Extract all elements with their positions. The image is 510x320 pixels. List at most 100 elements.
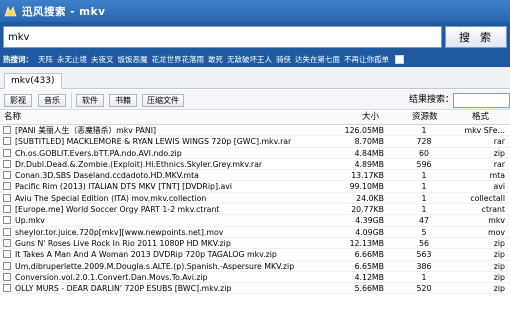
table-row[interactable]: It Takes A Man And A Woman 2013 DVDRip 7… (0, 249, 510, 261)
row-checkbox[interactable] (3, 148, 11, 157)
table-row[interactable]: sheylor.tor.juice.720p[mkv][www.newpoint… (0, 227, 510, 238)
row-checkbox[interactable] (3, 238, 11, 247)
hot-search-term[interactable]: 花龙世界花落雨 (152, 54, 205, 65)
file-name: Conan.3D.SBS Daseland.ccdadoto.HD.MKV.mt… (15, 171, 199, 181)
row-checkbox[interactable] (3, 205, 11, 214)
table-body: [PANI 美丽人生（恶魔猎杀）mkv PANI] 126.05MB 1 mkv SF… (0, 125, 510, 295)
table-row[interactable]: Pacific Rim (2013) ITALIAN DTS MKV [TNT]… (0, 181, 510, 193)
table-row[interactable]: Up.mkv 4.39GB 47 mkv (0, 215, 510, 227)
table-row[interactable]: [PANI 美丽人生（恶魔猎杀）mkv PANI] 126.05MB 1 mkv SF… (0, 125, 510, 137)
table-row[interactable]: [Europe.me] World Soccer Orgy PART 1-2 m… (0, 204, 510, 216)
hot-search-term[interactable]: 天阵 (38, 54, 53, 65)
table-row[interactable]: Ch.os.GOBLIT.Evers.bTT.PA.ndo.AVI.ndo.zi… (0, 147, 510, 159)
file-format: rar (493, 137, 505, 147)
row-checkbox[interactable] (3, 137, 11, 146)
hot-search-term[interactable]: 骑侠 (276, 54, 291, 65)
resource-count: 1 (421, 205, 427, 215)
row-checkbox[interactable] (3, 261, 11, 270)
file-name: [SUBTITLED] MACKLEMORE & RYAN LEWIS WING… (15, 137, 292, 147)
row-checkbox[interactable] (3, 216, 11, 225)
result-tab-strip: mkv(433) (0, 67, 510, 89)
column-header-name[interactable]: 名称 (4, 111, 21, 125)
hot-search-term[interactable]: 敢死 (208, 54, 223, 65)
file-format: zip (493, 284, 505, 294)
app-logo-icon (4, 5, 17, 18)
refresh-icon[interactable] (395, 55, 404, 64)
column-header-format[interactable]: 格式 (472, 111, 489, 125)
file-size: 4.89MB (354, 159, 384, 169)
file-size: 24.0KB (356, 193, 384, 203)
file-size: 4.09GB (355, 227, 384, 237)
file-size: 8.70MB (354, 137, 384, 147)
file-name: It Takes A Man And A Woman 2013 DVDRip 7… (15, 250, 277, 260)
table-row[interactable]: Conversion.vol.2.0.1.Convert.Dan.Movs.To… (0, 272, 510, 284)
row-checkbox[interactable] (3, 227, 11, 236)
resource-count: 1 (421, 182, 427, 192)
file-size: 12.13MB (349, 238, 384, 248)
resource-count: 5 (421, 227, 427, 237)
filter-software-button[interactable]: 软件 (76, 94, 104, 107)
file-name: Pacific Rim (2013) ITALIAN DTS MKV [TNT]… (15, 182, 233, 192)
row-checkbox[interactable] (3, 272, 11, 281)
table-row[interactable]: OLLY MURS - DEAR DARLIN' 720P ESUBS [BWC… (0, 283, 510, 295)
file-format: mov (488, 227, 505, 237)
table-row[interactable]: Um.dibruperlette.2009.M.Dougla.s.ALTE.(p… (0, 260, 510, 272)
file-size: 20.77KB (351, 205, 384, 215)
filter-music-button[interactable]: 音乐 (38, 94, 66, 107)
row-checkbox[interactable] (3, 171, 11, 180)
file-name: Up.mkv (15, 216, 45, 226)
file-name: Conversion.vol.2.0.1.Convert.Dan.Movs.To… (15, 272, 208, 282)
file-name: Um.dibruperlette.2009.M.Dougla.s.ALTE.(p… (15, 261, 295, 271)
row-checkbox[interactable] (3, 126, 11, 134)
filter-books-button[interactable]: 书籍 (109, 94, 137, 107)
hot-search-term[interactable]: 永无止境 (57, 54, 87, 65)
resource-count: 1 (421, 193, 427, 203)
file-name: [PANI 美丽人生（恶魔猎杀）mkv PANI] (15, 126, 157, 135)
app-window: 迅风搜索 - mkv 搜索 热搜词： 天阵 永无止境 夫夜叉 饭饭恶魔 花龙世界… (0, 0, 510, 320)
result-filter-input[interactable] (453, 93, 510, 108)
resource-count: 47 (419, 216, 429, 226)
hot-search-term[interactable]: 夫夜叉 (91, 54, 114, 65)
hot-search-term[interactable]: 不再让你孤单 (344, 54, 389, 65)
row-checkbox[interactable] (3, 159, 11, 168)
file-name: Dr.Dubl.Dead.&.Zombie.(Exploit).Hi.Ethni… (15, 159, 263, 169)
hot-search-term[interactable]: 饭饭恶魔 (118, 54, 148, 65)
file-name: Guns N' Roses Live Rock In Rio 2011 1080… (15, 238, 231, 248)
hot-search-term[interactable]: 无敌破坏王人 (227, 54, 272, 65)
column-header-size[interactable]: 大小 (362, 111, 379, 125)
hot-search-term[interactable]: 达失在第七面 (295, 54, 340, 65)
file-format: zip (493, 272, 505, 282)
table-row[interactable]: Guns N' Roses Live Rock In Rio 2011 1080… (0, 237, 510, 250)
window-title: 迅风搜索 - mkv (22, 5, 106, 18)
row-checkbox[interactable] (3, 193, 11, 202)
row-checkbox[interactable] (3, 250, 11, 259)
table-header: 名称 大小 资源数 格式 (0, 111, 510, 125)
table-row[interactable]: Aviu The Special Edition (ITA) mov.mkv.c… (0, 192, 510, 205)
file-format: zip (493, 238, 505, 248)
resource-count: 386 (416, 261, 432, 271)
file-size: 126.05MB (344, 126, 384, 135)
hot-search-label: 热搜词： (3, 55, 33, 64)
search-button[interactable]: 搜索 (445, 26, 507, 48)
row-checkbox[interactable] (3, 182, 11, 191)
filter-video-button[interactable]: 影视 (4, 94, 32, 107)
file-name: sheylor.tor.juice.720p[mkv][www.newpoint… (15, 227, 224, 237)
table-row[interactable]: [SUBTITLED] MACKLEMORE & RYAN LEWIS WING… (0, 136, 510, 148)
file-format: mkv (488, 216, 505, 226)
file-size: 4.39GB (355, 216, 384, 226)
search-input[interactable] (3, 26, 442, 48)
filter-archive-button[interactable]: 压缩文件 (142, 94, 184, 107)
table-row[interactable]: Dr.Dubl.Dead.&.Zombie.(Exploit).Hi.Ethni… (0, 159, 510, 171)
column-header-resources[interactable]: 资源数 (412, 111, 438, 125)
file-size: 5.66MB (354, 284, 384, 294)
file-name: Ch.os.GOBLIT.Evers.bTT.PA.ndo.AVI.ndo.zi… (15, 148, 182, 158)
file-format: mkv SFe... (464, 126, 505, 135)
row-checkbox[interactable] (3, 284, 11, 293)
title-bar: 迅风搜索 - mkv (0, 0, 510, 22)
file-format: ctrant (481, 205, 505, 215)
tab-mkv-results[interactable]: mkv(433) (4, 73, 62, 89)
file-format: mta (489, 171, 505, 181)
filter-toolbar: 影视 音乐 软件 书籍 压缩文件 结果搜索： (0, 90, 510, 110)
table-row[interactable]: Conan.3D.SBS Daseland.ccdadoto.HD.MKV.mt… (0, 170, 510, 182)
resource-count: 56 (419, 238, 429, 248)
